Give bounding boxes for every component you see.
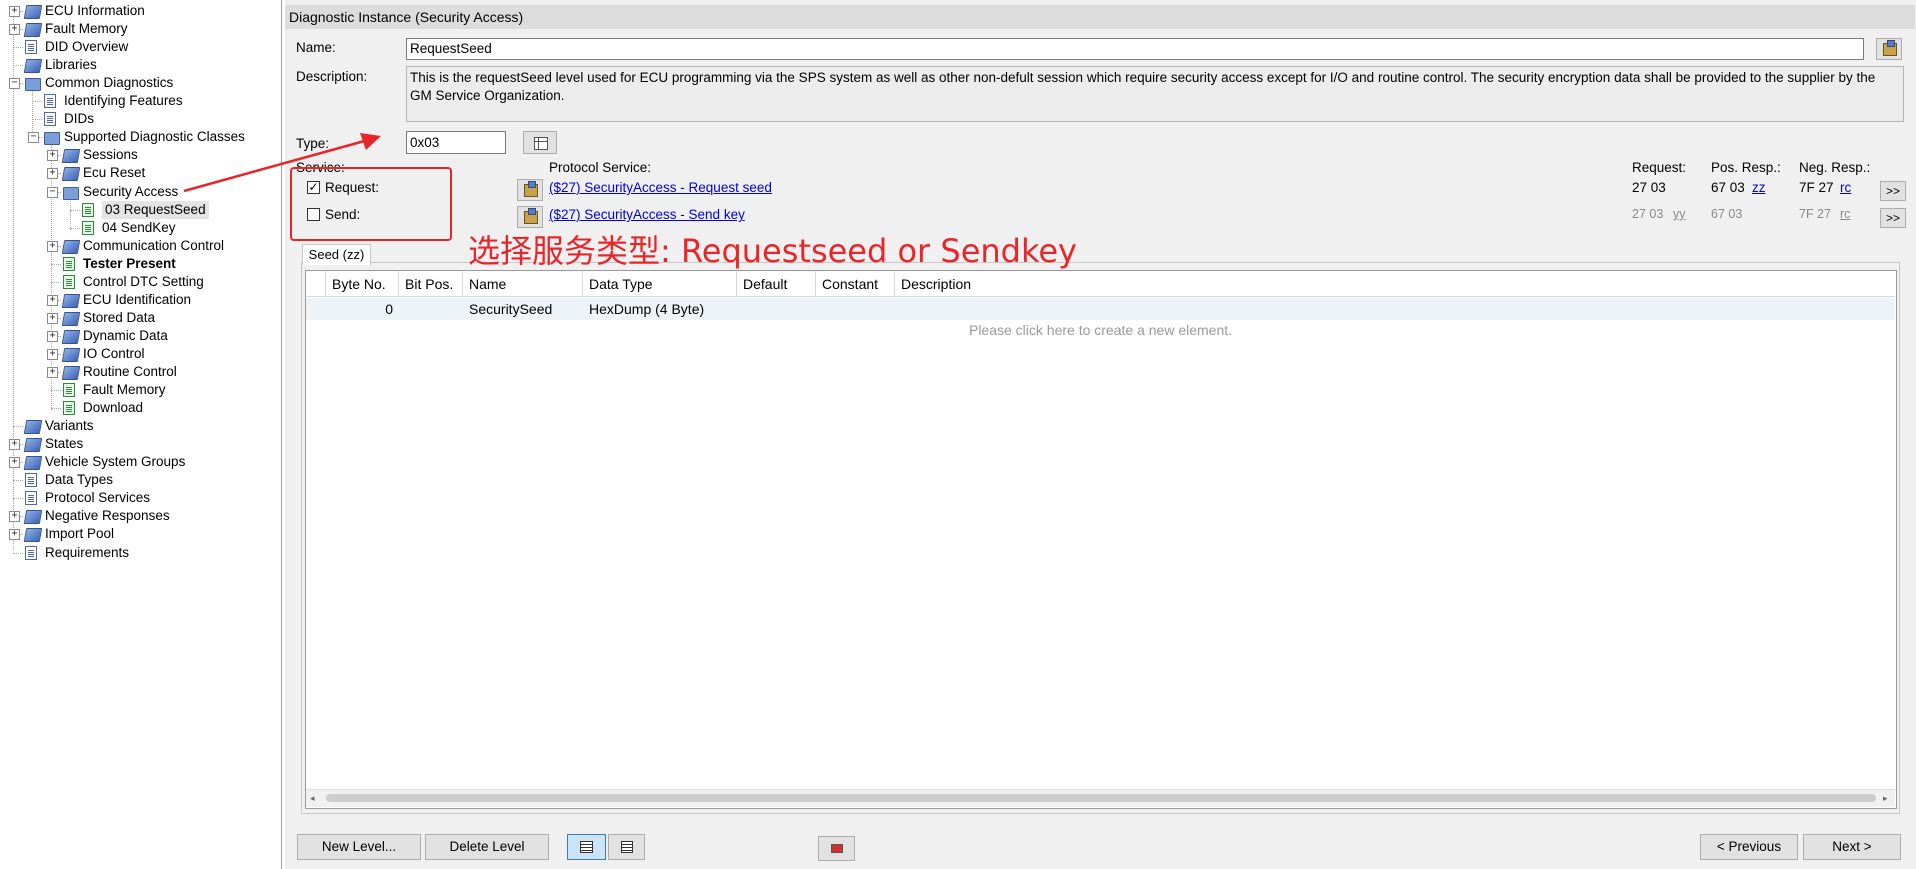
annotation-text: 选择服务类型: Requestseed or Sendkey — [468, 232, 1077, 270]
annotation-arrow — [183, 133, 381, 193]
